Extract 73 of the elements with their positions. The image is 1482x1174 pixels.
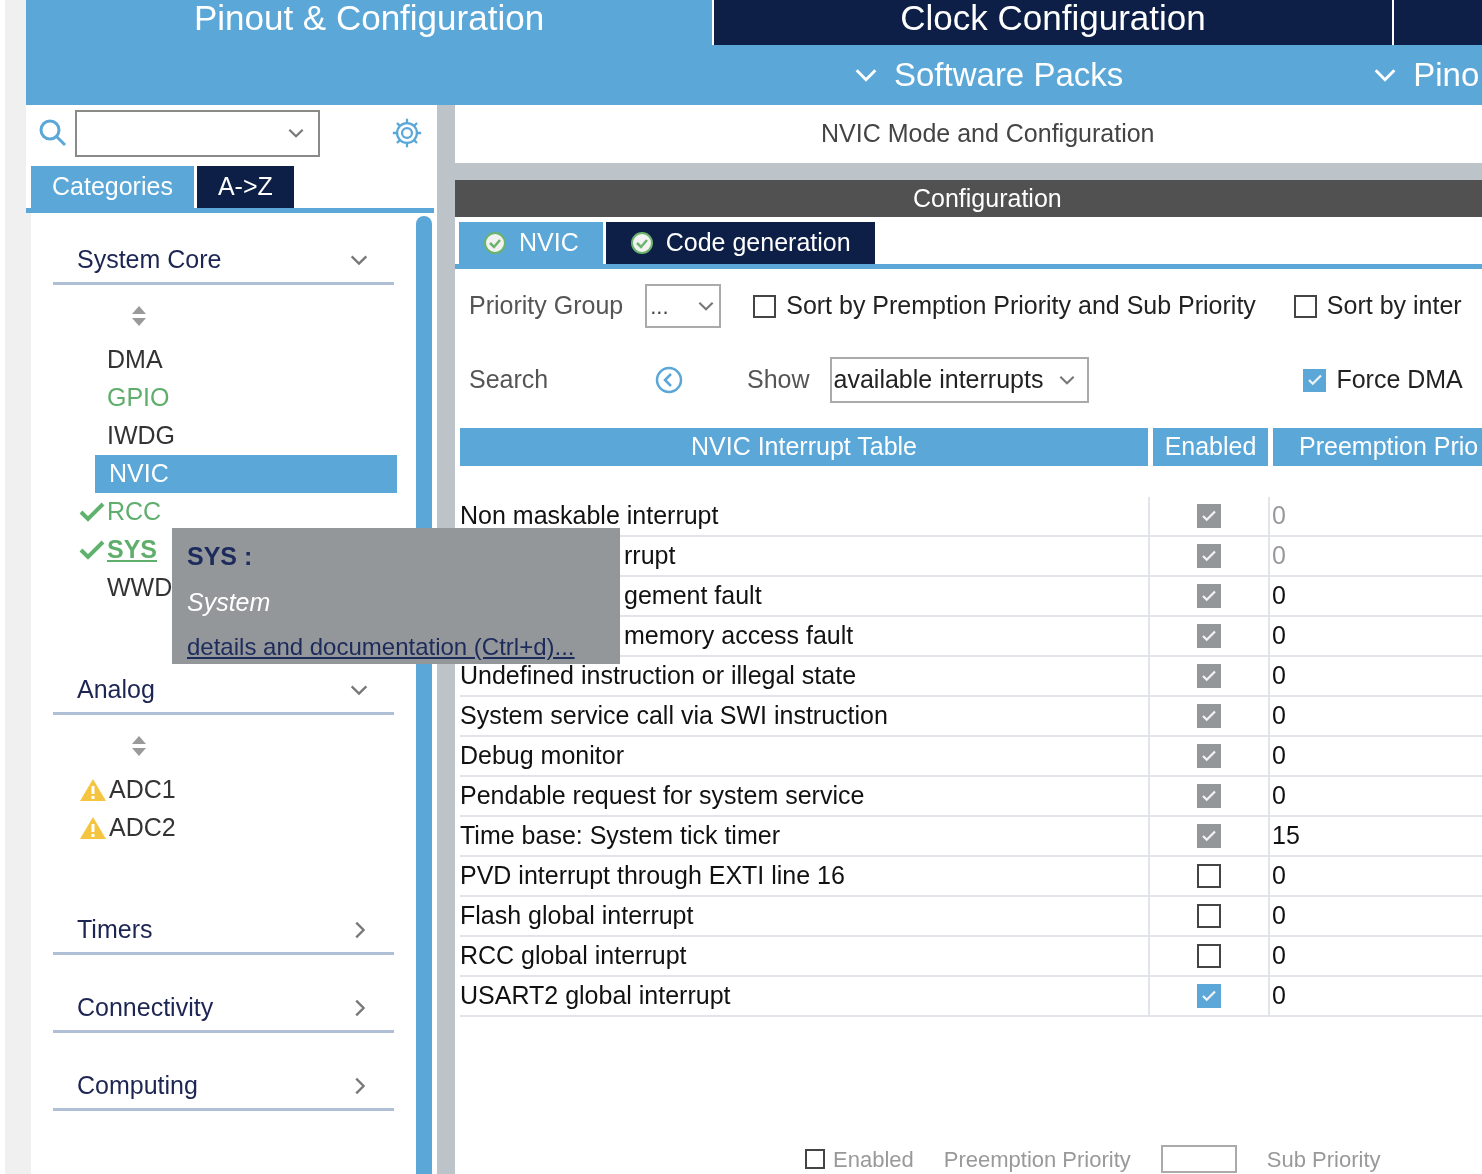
circle-arrow-left-icon[interactable] — [655, 366, 683, 394]
peripheral-item[interactable]: ADC2 — [107, 809, 178, 847]
sidebar-tab[interactable]: A->Z — [196, 166, 294, 208]
checkbox[interactable] — [1197, 904, 1221, 928]
priority-value: 0 — [1272, 660, 1286, 692]
priority-value: 15 — [1272, 820, 1300, 852]
panel-title: NVIC Mode and Configuration — [821, 118, 1155, 150]
checkmark-icon — [79, 501, 105, 523]
warning-icon — [79, 778, 107, 802]
interrupt-name: RCC global interrupt — [460, 940, 687, 972]
category-header[interactable]: Timers — [53, 907, 394, 955]
top-tab[interactable]: Clock Configuration — [712, 0, 1392, 45]
checkbox[interactable] — [1303, 368, 1327, 392]
category-header[interactable]: Connectivity — [53, 985, 394, 1033]
priority-value: 0 — [1272, 580, 1286, 612]
peripheral-item[interactable]: ADC1 — [107, 771, 178, 809]
checkbox-label: Sort by Premption Priority and Sub Priority — [786, 290, 1256, 322]
settings-icon[interactable] — [390, 116, 424, 150]
top-tab[interactable] — [1392, 0, 1482, 45]
interrupt-name: gement fault — [624, 580, 762, 612]
interrupt-name: USART2 global interrupt — [460, 980, 731, 1012]
interrupt-name: Debug monitor — [460, 740, 624, 772]
checkbox[interactable] — [753, 294, 777, 318]
search-combobox[interactable] — [75, 109, 320, 157]
category-header[interactable]: Analog — [53, 667, 394, 715]
sort-arrows-icon[interactable] — [130, 305, 147, 327]
interrupt-name: memory access fault — [624, 620, 854, 652]
checkbox-label: Enabled — [833, 1145, 914, 1174]
category-header[interactable]: System Core — [53, 237, 394, 285]
search-icon[interactable] — [38, 118, 68, 148]
checkmark-icon — [79, 539, 105, 561]
section-title: Configuration — [913, 182, 1062, 214]
interrupt-name: Non maskable interrupt — [460, 500, 719, 532]
interrupt-name: Pendable request for system service — [460, 780, 865, 812]
check-circle-icon — [483, 231, 507, 255]
field-label: Priority Group — [469, 290, 624, 322]
category-header[interactable]: Computing — [53, 1063, 394, 1111]
field-label: Search — [469, 364, 550, 396]
tooltip-title: SYS : — [187, 541, 254, 572]
config-tab[interactable]: Code generation — [605, 222, 875, 264]
field-label: Sub Priority — [1266, 1145, 1381, 1174]
checkbox[interactable] — [1197, 864, 1221, 888]
checkbox[interactable] — [1197, 944, 1221, 968]
tooltip-subtitle: System — [187, 586, 272, 618]
priority-value: 0 — [1272, 980, 1286, 1012]
warning-icon — [79, 816, 107, 840]
priority-value: 0 — [1272, 700, 1286, 732]
priority-value: 0 — [1272, 940, 1286, 972]
field-label: Preemption Priority — [943, 1145, 1131, 1174]
checkbox[interactable] — [1197, 984, 1221, 1008]
priority-value: 0 — [1272, 500, 1286, 532]
field-label: Show — [747, 364, 810, 396]
show-dropdown[interactable]: available interrupts — [829, 357, 1090, 403]
checkbox-label: Force DMA — [1336, 364, 1463, 396]
checkbox[interactable] — [1293, 294, 1317, 318]
priority-value: 0 — [1272, 860, 1286, 892]
peripheral-item[interactable]: IWDG — [105, 417, 178, 455]
interrupt-name: System service call via SWI instruction — [460, 700, 888, 732]
interrupt-name: Flash global interrupt — [460, 900, 694, 932]
peripheral-item[interactable]: WWD — [105, 569, 175, 607]
peripheral-item[interactable]: DMA — [105, 341, 165, 379]
checkbox-label: Sort by inter — [1326, 290, 1462, 322]
priority-value: 0 — [1272, 780, 1286, 812]
priority-value: 0 — [1272, 620, 1286, 652]
check-circle-icon — [629, 231, 654, 255]
priority-value: 0 — [1272, 740, 1286, 772]
priority-value: 0 — [1272, 540, 1286, 572]
priority-group-dropdown[interactable]: ... — [645, 284, 722, 328]
interrupt-name: PVD interrupt through EXTI line 16 — [460, 860, 845, 892]
interrupt-name: Time base: System tick timer — [460, 820, 780, 852]
sort-arrows-icon[interactable] — [130, 735, 147, 757]
priority-value: 0 — [1272, 900, 1286, 932]
interrupt-name: rrupt — [624, 540, 676, 572]
